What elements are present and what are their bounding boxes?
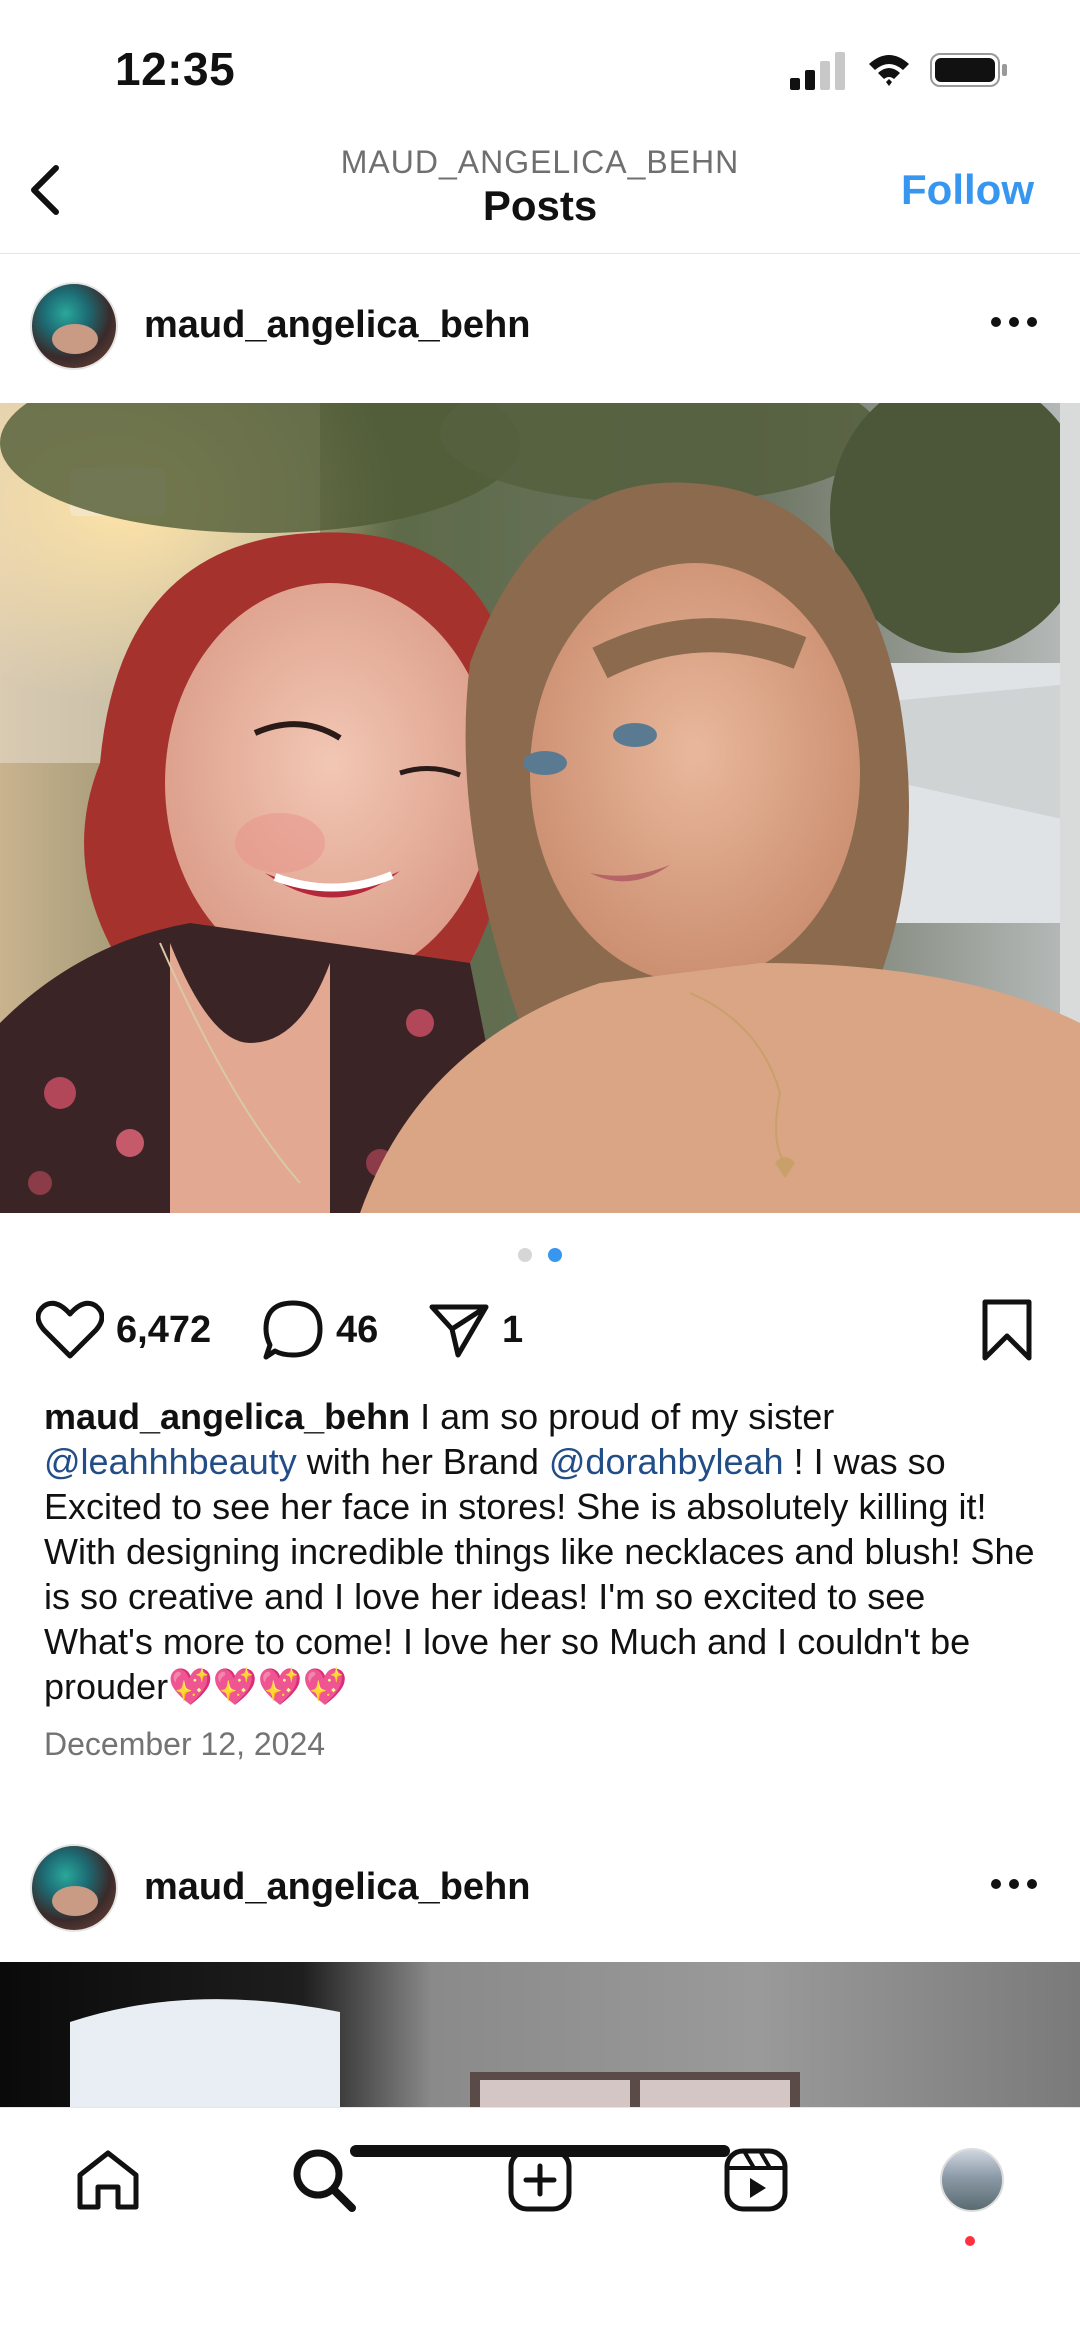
post-caption: maud_angelica_behn I am so proud of my s… (44, 1394, 1044, 1709)
home-icon[interactable] (74, 2147, 142, 2213)
post-username[interactable]: maud_angelica_behn (144, 1866, 530, 1909)
carousel-dot-active (548, 1248, 563, 1262)
comment-icon[interactable] (262, 1299, 324, 1361)
next-post-photo[interactable] (0, 1962, 1080, 2107)
caption-mention[interactable]: @leahhhbeauty (44, 1441, 297, 1482)
heart-icon[interactable] (36, 1300, 104, 1360)
home-indicator (350, 2145, 730, 2157)
caption-text: with her Brand (296, 1441, 549, 1482)
cellular-signal-icon (790, 52, 845, 90)
photo-illustration (0, 403, 1080, 1213)
profile-avatar[interactable] (940, 2148, 1004, 2212)
post-username[interactable]: maud_angelica_behn (144, 304, 530, 347)
create-icon[interactable] (508, 2148, 572, 2212)
carousel-dot (517, 1248, 532, 1262)
post-photo[interactable] (0, 403, 1080, 1213)
like-action[interactable]: 6,472 (36, 1290, 211, 1370)
comment-action[interactable]: 46 (262, 1290, 378, 1370)
send-icon[interactable] (428, 1301, 490, 1359)
battery-icon (930, 53, 1007, 87)
save-action[interactable] (980, 1290, 1034, 1370)
avatar[interactable] (30, 282, 118, 370)
carousel-indicator (0, 1248, 1080, 1267)
next-post-header: maud_angelica_behn (0, 1822, 1080, 1952)
caption-username[interactable]: maud_angelica_behn (44, 1396, 410, 1437)
nav-profile[interactable] (932, 2140, 1012, 2220)
notification-dot (965, 2236, 975, 2246)
share-count[interactable]: 1 (502, 1309, 523, 1352)
caption-text: I am so proud of my sister (410, 1396, 835, 1437)
post-header: maud_angelica_behn (0, 260, 1080, 390)
comment-count[interactable]: 46 (336, 1309, 378, 1352)
top-header: MAUD_ANGELICA_BEHN Posts Follow (0, 130, 1080, 254)
avatar[interactable] (30, 1844, 118, 1932)
caption-mention[interactable]: @dorahbyleah (549, 1441, 784, 1482)
follow-button[interactable]: Follow (901, 166, 1034, 214)
status-time: 12:35 (115, 43, 236, 95)
like-count[interactable]: 6,472 (116, 1309, 211, 1352)
post-actions: 6,472 46 1 (0, 1290, 1080, 1370)
bookmark-icon[interactable] (980, 1298, 1034, 1362)
search-icon[interactable] (290, 2146, 358, 2214)
more-options-icon[interactable] (984, 1864, 1044, 1904)
more-options-icon[interactable] (984, 302, 1044, 342)
nav-home[interactable] (68, 2140, 148, 2220)
post-date: December 12, 2024 (44, 1726, 326, 1762)
reels-icon[interactable] (724, 2148, 788, 2212)
wifi-icon (869, 55, 909, 86)
bottom-nav (0, 2107, 1080, 2337)
share-action[interactable]: 1 (428, 1290, 523, 1370)
status-bar: 12:35 (0, 0, 1080, 130)
next-photo-illustration (70, 1999, 800, 2107)
